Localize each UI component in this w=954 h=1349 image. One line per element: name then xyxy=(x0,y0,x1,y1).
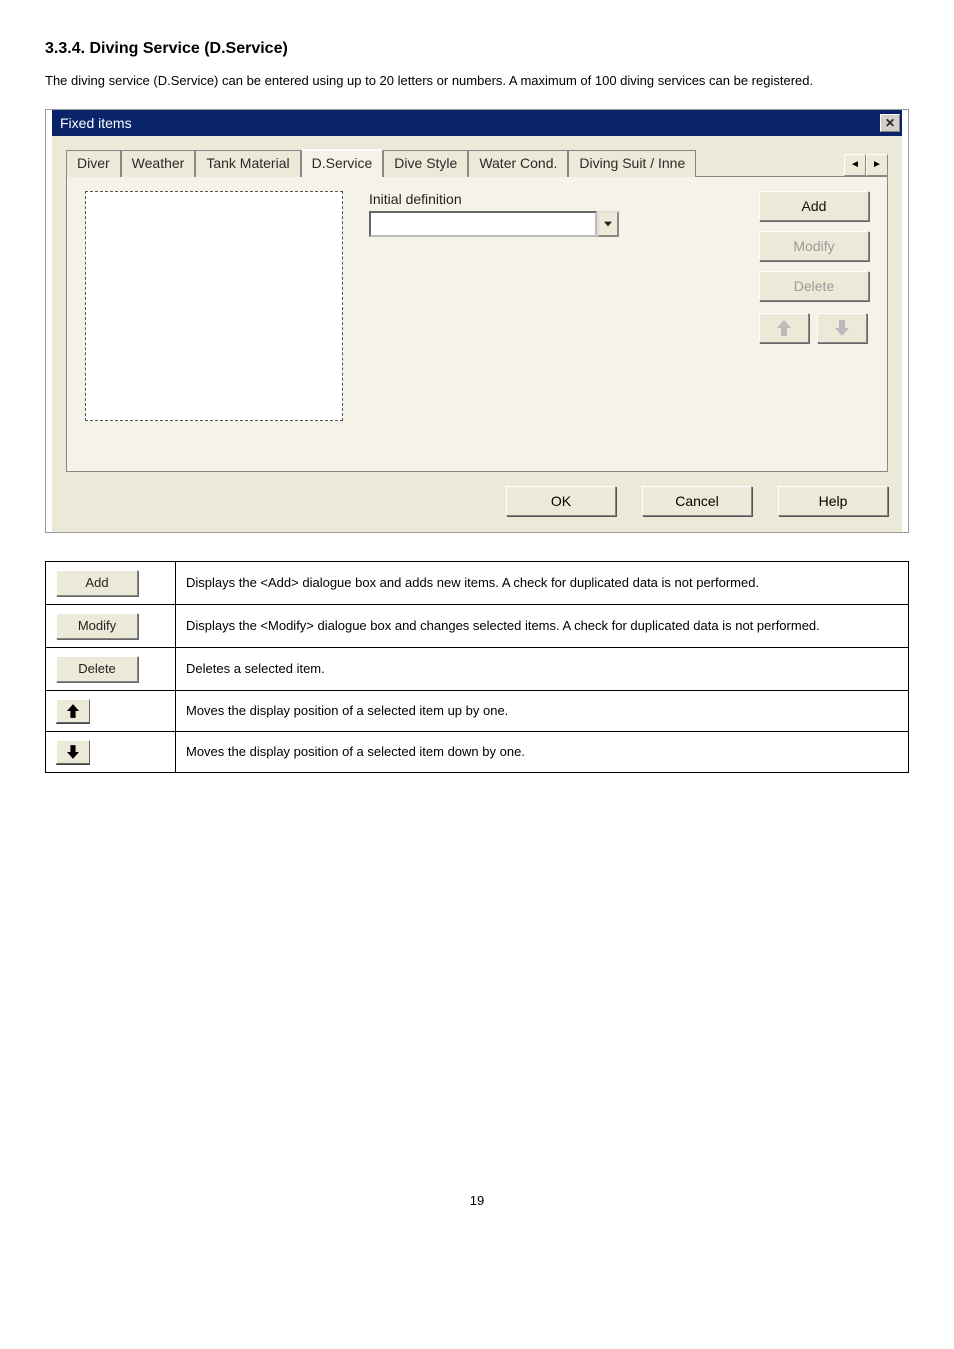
ok-button[interactable]: OK xyxy=(506,486,616,516)
cell-add-button: Add xyxy=(46,561,176,604)
description-table: Add Displays the <Add> dialogue box and … xyxy=(45,561,909,773)
delete-button[interactable]: Delete xyxy=(759,271,869,301)
move-down-button[interactable] xyxy=(817,313,867,343)
section-title: 3.3.4. Diving Service (D.Service) xyxy=(45,40,909,58)
mini-delete-button: Delete xyxy=(56,656,138,682)
cancel-button[interactable]: Cancel xyxy=(642,486,752,516)
initial-definition-field[interactable] xyxy=(369,211,597,237)
initial-definition-combo[interactable] xyxy=(369,211,619,237)
tab-scroll-left-icon[interactable]: ◄ xyxy=(844,154,866,176)
dropdown-icon[interactable] xyxy=(597,211,619,237)
move-up-button[interactable] xyxy=(759,313,809,343)
tab-content: Initial definition Add Modify Delete xyxy=(66,177,888,472)
tab-water-cond[interactable]: Water Cond. xyxy=(468,150,568,177)
mini-add-button: Add xyxy=(56,570,138,596)
dialog-title: Fixed items xyxy=(60,115,880,131)
dialog-button-row: OK Cancel Help xyxy=(66,486,888,516)
page-number: 19 xyxy=(45,1193,909,1208)
dialog-screenshot: Fixed items ✕ Diver Weather Tank Materia… xyxy=(45,109,909,533)
section-intro: The diving service (D.Service) can be en… xyxy=(45,72,909,91)
tab-row: Diver Weather Tank Material D.Service Di… xyxy=(66,148,888,177)
cell-up-desc: Moves the display position of a selected… xyxy=(176,690,909,731)
mini-modify-button: Modify xyxy=(56,613,138,639)
tab-scroll-right-icon[interactable]: ► xyxy=(866,154,888,176)
modify-button[interactable]: Modify xyxy=(759,231,869,261)
cell-add-desc: Displays the <Add> dialogue box and adds… xyxy=(176,561,909,604)
tab-weather[interactable]: Weather xyxy=(121,150,196,177)
table-row: Delete Deletes a selected item. xyxy=(46,647,909,690)
table-row: Modify Displays the <Modify> dialogue bo… xyxy=(46,604,909,647)
items-listbox[interactable] xyxy=(85,191,343,421)
mini-up-icon xyxy=(56,699,90,723)
cell-delete-desc: Deletes a selected item. xyxy=(176,647,909,690)
cell-modify-button: Modify xyxy=(46,604,176,647)
cell-delete-button: Delete xyxy=(46,647,176,690)
table-row: Add Displays the <Add> dialogue box and … xyxy=(46,561,909,604)
cell-down-button xyxy=(46,731,176,772)
mini-down-icon xyxy=(56,740,90,764)
close-icon[interactable]: ✕ xyxy=(880,114,900,132)
dialog-client-area: Diver Weather Tank Material D.Service Di… xyxy=(52,136,902,532)
cell-down-desc: Moves the display position of a selected… xyxy=(176,731,909,772)
table-row: Moves the display position of a selected… xyxy=(46,690,909,731)
cell-modify-desc: Displays the <Modify> dialogue box and c… xyxy=(176,604,909,647)
dialog-title-bar: Fixed items ✕ xyxy=(52,110,902,136)
cell-up-button xyxy=(46,690,176,731)
initial-definition-label: Initial definition xyxy=(369,191,733,207)
tab-dive-style[interactable]: Dive Style xyxy=(383,150,468,177)
help-button[interactable]: Help xyxy=(778,486,888,516)
tab-diver[interactable]: Diver xyxy=(66,150,121,177)
tab-diving-suit[interactable]: Diving Suit / Inne xyxy=(568,150,696,177)
tab-tank-material[interactable]: Tank Material xyxy=(195,150,300,177)
add-button[interactable]: Add xyxy=(759,191,869,221)
table-row: Moves the display position of a selected… xyxy=(46,731,909,772)
tab-d-service[interactable]: D.Service xyxy=(301,149,384,177)
